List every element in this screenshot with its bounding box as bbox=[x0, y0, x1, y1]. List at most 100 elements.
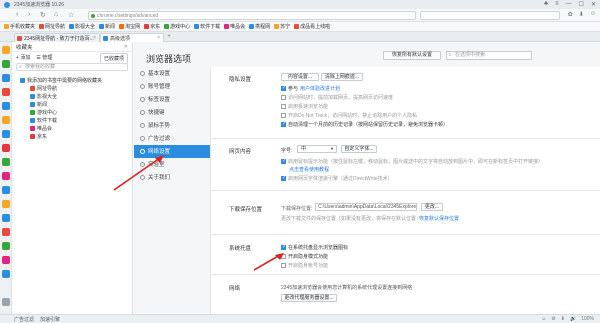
app-dock-icon[interactable] bbox=[2, 102, 10, 110]
engine-status[interactable]: 加速引擎 bbox=[40, 316, 60, 323]
bookmark-item[interactable]: 影视大全 bbox=[69, 23, 95, 30]
close-icon[interactable]: ✕ bbox=[591, 1, 596, 8]
download-icon[interactable]: ⬇ bbox=[579, 11, 584, 18]
tab-advanced-settings[interactable]: 高级选项 × bbox=[100, 33, 164, 42]
video-dock-icon[interactable] bbox=[2, 88, 10, 96]
favorite-item[interactable]: 网址导航 bbox=[12, 84, 132, 92]
status-item[interactable]: 🔊 bbox=[570, 316, 576, 322]
status-item[interactable]: ⬇ bbox=[561, 316, 565, 322]
turbo-checkbox[interactable]: 启用极速浏览功能 bbox=[281, 103, 328, 110]
add-favorite-button[interactable]: + 添加 bbox=[16, 54, 30, 61]
status-item[interactable]: ☺ bbox=[541, 316, 546, 322]
status-item[interactable]: ⚙ bbox=[551, 316, 555, 322]
restore-path-link[interactable]: 恢复默认保存位置 bbox=[419, 215, 459, 222]
bookmark-item[interactable]: 携程网 bbox=[249, 23, 270, 30]
bookmark-item[interactable]: 唯品会 bbox=[224, 23, 245, 30]
favorite-item[interactable]: 软件下载 bbox=[12, 116, 132, 124]
status-item[interactable]: 100% bbox=[581, 316, 594, 322]
tutorial-link[interactable]: 点击查看使用教程 bbox=[289, 166, 329, 173]
favorite-item[interactable]: 京东 bbox=[12, 132, 132, 140]
tab-close-icon[interactable]: × bbox=[93, 35, 96, 41]
favorite-item[interactable]: 影视大全 bbox=[12, 92, 132, 100]
settings-search-input[interactable]: 在选项中搜索 bbox=[446, 51, 532, 60]
live-dock-icon[interactable] bbox=[2, 256, 10, 264]
game-dock-icon[interactable] bbox=[2, 116, 10, 124]
favorite-item[interactable]: 唯品会 bbox=[12, 124, 132, 132]
restore-defaults-button[interactable]: 恢复所有默认设置 bbox=[383, 51, 441, 60]
home-icon[interactable]: ⌂ bbox=[54, 11, 58, 18]
settings-nav-item[interactable]: 账号管理 bbox=[134, 80, 210, 93]
music-dock-icon[interactable] bbox=[2, 172, 10, 180]
menu-icon[interactable]: ≡ bbox=[555, 1, 559, 8]
news-dock-icon[interactable] bbox=[2, 130, 10, 138]
sport-dock-icon[interactable] bbox=[2, 242, 10, 250]
weibo-dock-icon[interactable] bbox=[2, 74, 10, 82]
bookmark-item[interactable]: 手机收藏夹 bbox=[4, 23, 35, 30]
cloud-dock-icon[interactable] bbox=[2, 214, 10, 222]
favorite-favicon-icon bbox=[30, 109, 35, 115]
search-box[interactable] bbox=[420, 11, 560, 20]
bookmark-item[interactable]: 新闻 bbox=[99, 23, 115, 30]
extension-icon[interactable]: ✿ bbox=[568, 11, 573, 18]
change-path-button[interactable]: 更改... bbox=[421, 203, 443, 211]
maximize-icon[interactable]: ☐ bbox=[579, 1, 584, 8]
settings-nav-item[interactable]: 基本设置 bbox=[134, 67, 210, 80]
address-bar[interactable]: chrome://settings/advanced bbox=[88, 11, 416, 20]
auto-clear-history-checkbox[interactable]: 自动清理一个月前的历史记录（按网站保留历史记录，避免浏览器卡顿） bbox=[281, 121, 448, 128]
tool-dock-icon[interactable] bbox=[2, 158, 10, 166]
bookmark-item[interactable]: 软件下载 bbox=[194, 23, 220, 30]
minimize-icon[interactable]: — bbox=[566, 1, 572, 8]
ux-program-checkbox[interactable]: 参与 用户体验改进计划 bbox=[281, 85, 340, 92]
refresh-icon[interactable]: ↻ bbox=[40, 11, 46, 19]
favorite-item[interactable]: 游戏中心 bbox=[12, 108, 132, 116]
favorites-dock-icon[interactable] bbox=[2, 46, 10, 54]
window-title: 2345加速浏览器 10.26 bbox=[14, 2, 65, 8]
incognito-account-checkbox[interactable]: 开启隐身帐号功能 bbox=[281, 262, 328, 269]
clear-data-button[interactable]: 清除上网痕迹... bbox=[321, 73, 363, 81]
panel-close-icon[interactable]: ✕ bbox=[124, 44, 128, 50]
dock-settings-icon[interactable] bbox=[2, 298, 10, 306]
custom-font-button[interactable]: 自定义字体... bbox=[341, 145, 377, 153]
new-tab-icon[interactable]: + bbox=[167, 33, 171, 40]
bookmark-item[interactable]: 淘宝网 bbox=[119, 23, 140, 30]
do-not-track-checkbox[interactable]: 开启Do Not Track，访问网站时，禁止追踪用户的个人隐私 bbox=[281, 112, 417, 119]
tab-2345-nav[interactable]: 2345网址导航 - 致力于打造百... × bbox=[14, 33, 100, 42]
favorite-item[interactable]: 新闻 bbox=[12, 100, 132, 108]
bookmark-item[interactable]: 成品看上线啦 bbox=[294, 23, 330, 30]
star-icon[interactable]: ☆ bbox=[68, 11, 74, 19]
ad-filter-status[interactable]: 广告过滤 bbox=[14, 316, 34, 323]
settings-nav-item[interactable]: 鼠标手势 bbox=[134, 119, 210, 132]
bookmark-item[interactable]: 苏宁 bbox=[274, 23, 290, 30]
back-icon[interactable]: ‹ bbox=[16, 11, 18, 18]
settings-nav-item[interactable]: 标签设置 bbox=[134, 93, 210, 106]
directwrite-checkbox[interactable]: 启用网页字体渲染引擎（通过DirectWrite技术） bbox=[281, 175, 393, 182]
checkbox-box bbox=[281, 104, 286, 109]
bookmark-item[interactable]: 网址导航 bbox=[39, 23, 65, 30]
font-size-select[interactable]: 中 ▼ bbox=[297, 145, 337, 153]
bookmark-item[interactable]: 京东 bbox=[144, 23, 160, 30]
favorites-root-folder[interactable]: 我添加的书签中需要的网络收藏夹 bbox=[12, 76, 132, 84]
user-icon[interactable]: ☺ bbox=[590, 11, 596, 18]
tab-close-icon[interactable]: × bbox=[157, 35, 160, 41]
shop-dock-icon[interactable] bbox=[2, 144, 10, 152]
favorites-search-input[interactable]: 搜索我的收藏 bbox=[16, 63, 128, 71]
note-dock-icon[interactable] bbox=[2, 200, 10, 208]
forward-icon[interactable]: › bbox=[28, 11, 30, 18]
download-path-field[interactable]: C:\Users\admin\AppData\Local\2345Explore… bbox=[315, 203, 417, 211]
settings-nav-item[interactable]: 广告过滤 bbox=[134, 132, 210, 145]
incognito-checkbox[interactable]: 开启隐身模式功能 bbox=[281, 253, 328, 260]
tray-icon-checkbox[interactable]: 在系统托盘显示浏览器图标 bbox=[281, 244, 348, 251]
manage-favorites-button[interactable]: ☰ 管理 bbox=[36, 54, 52, 61]
bookmark-item[interactable]: 游戏中心 bbox=[164, 23, 190, 30]
tv-dock-icon[interactable] bbox=[2, 228, 10, 236]
mouse-tip-checkbox[interactable]: 启用鼠标提示功能（按住鼠标左键，移动鼠标，图片或选中的文字将自动放到图片中，即可… bbox=[281, 158, 543, 165]
settings-nav-item[interactable]: 快捷键 bbox=[134, 106, 210, 119]
proxy-settings-button[interactable]: 更改代理服务器设置... bbox=[281, 294, 337, 302]
map-dock-icon[interactable] bbox=[2, 270, 10, 278]
preload-checkbox[interactable]: 访问网站时，提前加载网页，提高网页访问速度 bbox=[281, 94, 393, 101]
ux-program-link[interactable]: 用户体验改进计划 bbox=[300, 85, 340, 92]
skin-icon[interactable]: ♣ bbox=[544, 1, 548, 8]
mail-dock-icon[interactable] bbox=[2, 186, 10, 194]
content-settings-button[interactable]: 内容设置... bbox=[281, 73, 319, 81]
history-dock-icon[interactable] bbox=[2, 60, 10, 68]
